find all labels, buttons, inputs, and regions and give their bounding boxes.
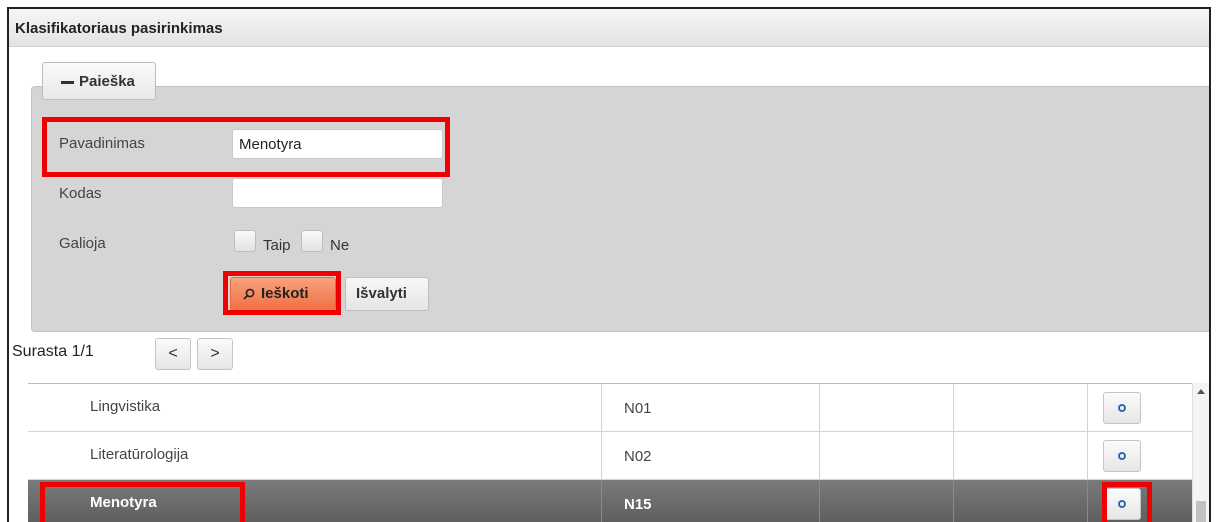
valid-no-label: Ne	[330, 237, 350, 254]
pager-prev-button[interactable]: <	[155, 338, 191, 370]
row-code: N15	[624, 496, 652, 513]
code-input[interactable]	[232, 178, 443, 208]
clear-button-label: Išvalyti	[356, 285, 407, 302]
scroll-thumb[interactable]	[1196, 501, 1206, 522]
valid-yes-checkbox[interactable]	[234, 230, 256, 252]
radio-circle-icon	[1118, 404, 1126, 412]
search-button-label: Ieškoti	[261, 285, 309, 302]
row-name: Menotyra	[90, 494, 157, 511]
search-panel	[31, 86, 1209, 332]
results-table: Lingvistika N01 Literatūrologija N02 Men…	[28, 383, 1192, 522]
scroll-up-icon[interactable]	[1197, 389, 1205, 394]
pager-label: Surasta 1/1	[12, 343, 94, 360]
row-select-button[interactable]	[1103, 392, 1141, 424]
dialog-title: Klasifikatoriaus pasirinkimas	[15, 20, 223, 37]
dialog-window: Klasifikatoriaus pasirinkimas Paieška Pa…	[7, 7, 1211, 522]
radio-circle-icon	[1118, 500, 1126, 508]
row-code: N02	[624, 448, 652, 465]
search-button[interactable]: Ieškoti	[230, 277, 336, 311]
valid-yes-label: Taip	[263, 237, 291, 254]
table-row-selected[interactable]: Menotyra N15	[28, 480, 1192, 522]
magnifier-icon	[243, 288, 255, 300]
valid-no-checkbox[interactable]	[301, 230, 323, 252]
table-row[interactable]: Literatūrologija N02	[28, 432, 1192, 480]
row-select-button[interactable]	[1103, 488, 1141, 520]
pager-next-button[interactable]: >	[197, 338, 233, 370]
valid-label: Galioja	[59, 235, 106, 252]
clear-button[interactable]: Išvalyti	[345, 277, 429, 311]
minus-icon	[61, 81, 74, 84]
row-name: Literatūrologija	[90, 446, 189, 463]
dialog-titlebar: Klasifikatoriaus pasirinkimas	[9, 9, 1209, 47]
name-label: Pavadinimas	[59, 135, 145, 152]
search-toggle-button[interactable]: Paieška	[42, 62, 156, 100]
code-label: Kodas	[59, 185, 102, 202]
table-scrollbar[interactable]	[1192, 383, 1209, 522]
radio-circle-icon	[1118, 452, 1126, 460]
table-row[interactable]: Lingvistika N01	[28, 384, 1192, 432]
row-code: N01	[624, 400, 652, 417]
search-toggle-label: Paieška	[79, 73, 135, 90]
row-select-button[interactable]	[1103, 440, 1141, 472]
name-input[interactable]	[232, 129, 443, 159]
row-name: Lingvistika	[90, 398, 161, 415]
